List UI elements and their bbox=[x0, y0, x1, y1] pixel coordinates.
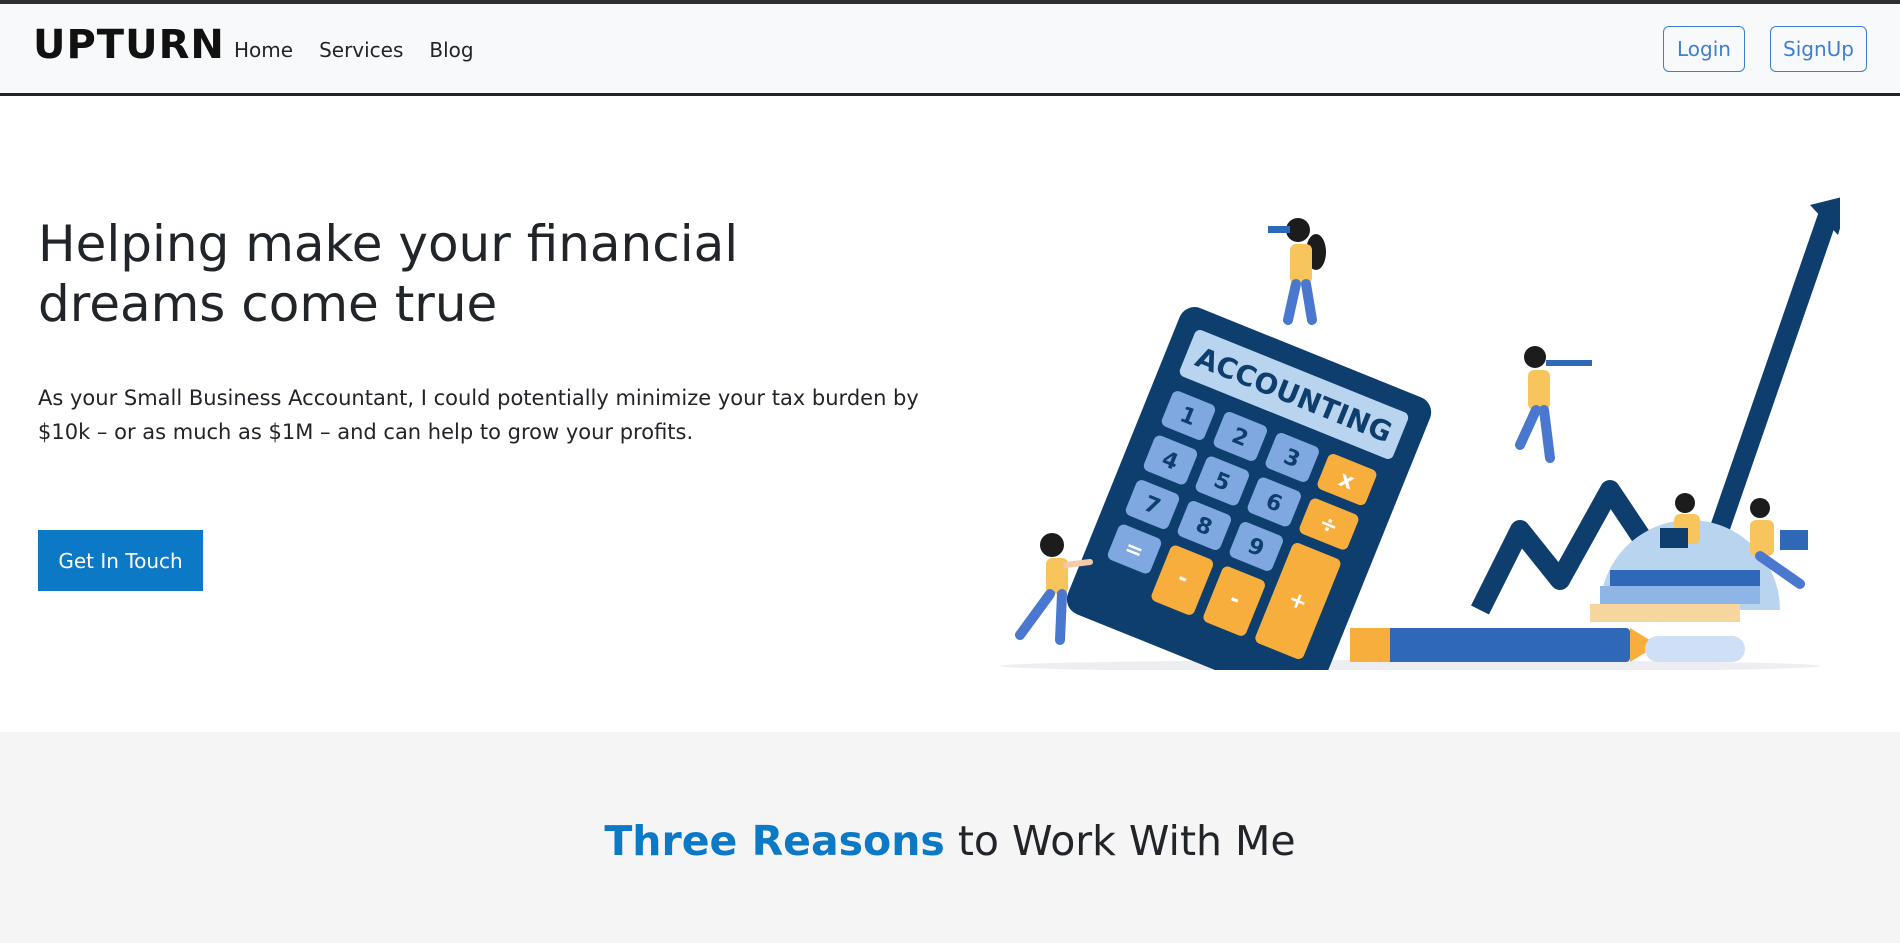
brand-logo[interactable]: UPTURN bbox=[33, 22, 225, 68]
nav-link-blog[interactable]: Blog bbox=[429, 38, 473, 62]
pencil-icon bbox=[1350, 628, 1630, 662]
calculator-icon: ACCOUNTING 1 2 3 4 5 6 7 8 9 x ÷ = - - + bbox=[1066, 307, 1432, 670]
nav-links: Home Services Blog bbox=[234, 38, 474, 62]
accounting-illustration: ACCOUNTING 1 2 3 4 5 6 7 8 9 x ÷ = - - + bbox=[1000, 197, 1840, 670]
person-telescope-icon bbox=[1515, 346, 1592, 463]
login-button[interactable]: Login bbox=[1663, 26, 1745, 72]
book-stack-icon bbox=[1590, 604, 1740, 622]
reasons-title-highlight: Three Reasons bbox=[604, 817, 945, 865]
hero-title: Helping make your financial dreams come … bbox=[38, 215, 739, 333]
hero-description: As your Small Business Accountant, I cou… bbox=[38, 386, 919, 444]
signup-button[interactable]: SignUp bbox=[1770, 26, 1867, 72]
nav-link-services[interactable]: Services bbox=[319, 38, 403, 62]
get-in-touch-button[interactable]: Get In Touch bbox=[38, 530, 203, 591]
reasons-title-rest: to Work With Me bbox=[944, 817, 1296, 865]
person-binoculars-icon bbox=[1268, 218, 1326, 325]
reasons-section: Three Reasons to Work With Me bbox=[0, 732, 1900, 943]
reasons-title: Three Reasons to Work With Me bbox=[0, 817, 1900, 865]
nav-link-home[interactable]: Home bbox=[234, 38, 293, 62]
navbar: UPTURN Home Services Blog Login SignUp bbox=[0, 4, 1900, 96]
